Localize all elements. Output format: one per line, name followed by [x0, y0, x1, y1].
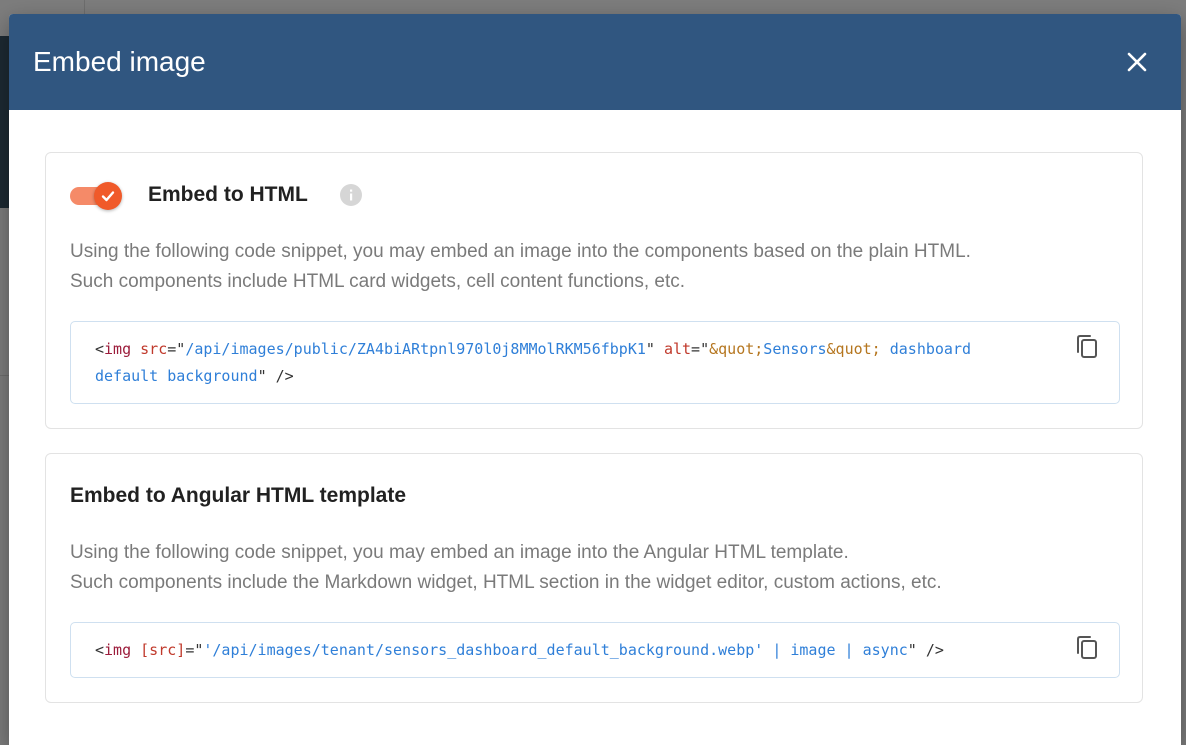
- dialog-header: Embed image: [9, 14, 1181, 110]
- code-string: dashboard: [880, 340, 972, 358]
- code-tag: img: [104, 340, 132, 358]
- copy-html-button[interactable]: [1071, 332, 1101, 362]
- code-entity: &quot;: [826, 340, 881, 358]
- description-line: Such components include the Markdown wid…: [70, 572, 942, 593]
- angular-code-snippet[interactable]: <img [src]="'/api/images/tenant/sensors_…: [70, 622, 1120, 678]
- code-token: =": [167, 340, 186, 358]
- code-string: '/api/images/tenant/sensors_dashboard_de…: [203, 641, 908, 659]
- code-token: " />: [257, 367, 294, 385]
- info-glyph: [350, 189, 353, 201]
- background-divider: [84, 0, 85, 14]
- dialog-title: Embed image: [33, 46, 206, 77]
- check-icon: [101, 191, 115, 202]
- embed-html-toggle[interactable]: [70, 181, 124, 211]
- code-token: <: [95, 641, 105, 659]
- description-line: Using the following code snippet, you ma…: [70, 542, 849, 563]
- code-line: default background" />: [95, 363, 1035, 390]
- embed-html-card: Embed to HTML Using the following code s…: [45, 152, 1143, 429]
- code-line: <img [src]="'/api/images/tenant/sensors_…: [95, 637, 1035, 664]
- close-button[interactable]: [1117, 42, 1157, 82]
- embed-image-dialog: Embed image Embed to HTML Using the foll: [9, 14, 1181, 745]
- code-string: Sensors: [763, 340, 827, 358]
- code-attr: alt: [663, 340, 692, 358]
- description-line: Using the following code snippet, you ma…: [70, 241, 971, 262]
- embed-html-title: Embed to HTML: [148, 183, 308, 206]
- code-attr: [src]: [140, 641, 186, 659]
- code-entity: &quot;: [709, 340, 764, 358]
- embed-angular-title: Embed to Angular HTML template: [70, 484, 407, 507]
- copy-angular-button[interactable]: [1071, 633, 1101, 663]
- code-token: <: [95, 340, 105, 358]
- code-string: /api/images/public/ZA4biARtpnl970l0j8MMo…: [185, 340, 646, 358]
- copy-icon: [1077, 636, 1097, 659]
- toggle-thumb: [94, 182, 122, 210]
- code-text: <img [src]="'/api/images/tenant/sensors_…: [95, 637, 1035, 664]
- copy-icon: [1077, 335, 1097, 358]
- code-text: <img src="/api/images/public/ZA4biARtpnl…: [95, 336, 1035, 390]
- embed-angular-card: Embed to Angular HTML template Using the…: [45, 453, 1143, 703]
- code-token: ": [645, 340, 655, 358]
- info-icon[interactable]: [340, 184, 362, 206]
- code-token: =": [691, 340, 710, 358]
- code-tag: img: [104, 641, 132, 659]
- code-string: default background: [95, 367, 258, 385]
- html-code-snippet[interactable]: <img src="/api/images/public/ZA4biARtpnl…: [70, 321, 1120, 404]
- code-token: " />: [907, 641, 944, 659]
- description-line: Such components include HTML card widget…: [70, 271, 685, 292]
- code-attr: src: [140, 340, 168, 358]
- code-line: <img src="/api/images/public/ZA4biARtpnl…: [95, 336, 1035, 363]
- embed-angular-description: Using the following code snippet, you ma…: [70, 538, 1120, 598]
- code-token: =": [185, 641, 204, 659]
- close-icon: [1127, 52, 1147, 72]
- embed-html-description: Using the following code snippet, you ma…: [70, 237, 1120, 297]
